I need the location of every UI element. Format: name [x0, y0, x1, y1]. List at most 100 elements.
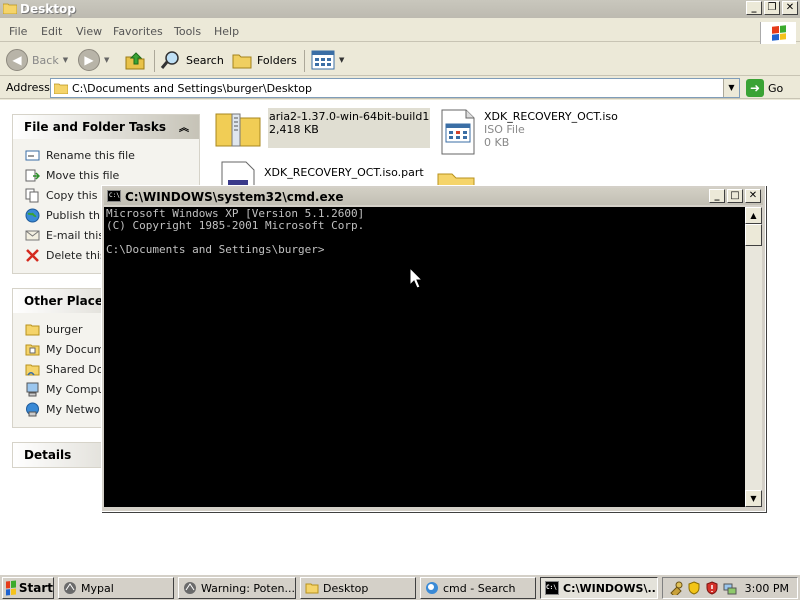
taskbar-item-cmd-search[interactable]: cmd - Search	[420, 577, 536, 599]
network-globe-icon	[26, 402, 39, 416]
address-label: Address	[6, 81, 50, 94]
clock: 3:00 PM	[744, 582, 789, 595]
file-item-aria2[interactable]: aria2-1.37.0-win-64bit-build1 2,418 KB	[214, 108, 431, 148]
search-window-icon	[426, 582, 438, 594]
forward-button[interactable]: ▶ ▼	[78, 48, 109, 72]
copy-icon	[25, 188, 39, 202]
folders-label: Folders	[257, 53, 297, 67]
console-line: (C) Copyright 1985-2001 Microsoft Corp.	[106, 219, 365, 232]
my-documents-icon	[25, 344, 40, 355]
cmd-scrollbar[interactable]: ▲ ▼	[745, 207, 762, 507]
maximize-button[interactable]: ❐	[764, 1, 780, 15]
go-button[interactable]: ➜ Go	[746, 79, 783, 97]
folders-button[interactable]: Folders	[231, 48, 297, 72]
menu-help[interactable]: Help	[214, 25, 239, 38]
task-move[interactable]: Move this file	[13, 165, 199, 185]
windows-logo-icon	[760, 22, 796, 44]
taskbar-item-warning[interactable]: Warning: Poten...	[178, 577, 296, 599]
cmd-close-button[interactable]: ✕	[745, 189, 761, 203]
file-size: 0 KB	[484, 136, 510, 149]
rename-icon	[25, 150, 40, 160]
back-button[interactable]: ◀ Back ▼	[6, 48, 68, 72]
file-name: aria2-1.37.0-win-64bit-build1	[269, 110, 430, 123]
file-type: ISO File	[484, 123, 525, 136]
go-label: Go	[768, 81, 784, 95]
windows-flag-icon	[6, 580, 16, 596]
scroll-down-button[interactable]: ▼	[745, 490, 762, 507]
go-arrow-icon: ➜	[746, 79, 764, 97]
console-prompt: C:\Documents and Settings\burger>	[106, 243, 325, 256]
address-bar: Address C:\Documents and Settings\burger…	[0, 77, 800, 99]
zip-folder-icon	[215, 113, 261, 147]
taskbar-item-desktop[interactable]: Desktop	[300, 577, 416, 599]
views-grid-icon	[311, 50, 335, 70]
file-item-xdk-iso[interactable]: XDK_RECOVERY_OCT.iso ISO File 0 KB	[438, 108, 618, 156]
minimize-button[interactable]: _	[746, 1, 762, 15]
system-tray: 3:00 PM	[662, 577, 798, 599]
file-meta: XDK_RECOVERY_OCT.iso ISO File 0 KB	[484, 108, 618, 156]
search-label: Search	[186, 53, 224, 67]
search-icon	[160, 51, 179, 69]
task-rename[interactable]: Rename this file	[13, 145, 199, 165]
address-value: C:\Documents and Settings\burger\Desktop	[72, 81, 312, 95]
address-dropdown-button[interactable]: ▼	[723, 79, 739, 97]
chevron-down-icon: ▼	[62, 56, 69, 64]
folder-icon	[54, 83, 68, 94]
shared-folder-icon	[25, 364, 40, 375]
file-item-folder-partial[interactable]	[436, 170, 476, 186]
forward-arrow-icon: ▶	[78, 49, 100, 71]
start-button[interactable]: Start	[2, 577, 54, 599]
cmd-maximize-button[interactable]: □	[727, 189, 743, 203]
scroll-thumb[interactable]	[745, 224, 762, 246]
file-size: 2,418 KB	[269, 123, 319, 136]
search-button[interactable]: Search	[160, 48, 224, 72]
address-input[interactable]: C:\Documents and Settings\burger\Desktop…	[50, 78, 740, 98]
window-title: Desktop	[20, 2, 76, 16]
menu-bar: File Edit View Favorites Tools Help	[0, 22, 800, 42]
computer-icon	[26, 382, 39, 396]
scroll-up-button[interactable]: ▲	[745, 207, 762, 224]
email-icon	[25, 230, 40, 240]
menu-view[interactable]: View	[76, 25, 102, 38]
chevron-down-icon: ▼	[339, 56, 345, 64]
cmd-app-icon: C:\	[545, 581, 559, 595]
tools-tray-icon[interactable]	[669, 581, 683, 595]
taskbar-item-cmd-active[interactable]: C:\ C:\WINDOWS\...	[540, 577, 658, 599]
shield-alert-icon[interactable]	[705, 581, 719, 595]
views-button[interactable]: ▼	[311, 48, 344, 72]
iso-file-icon	[441, 109, 475, 155]
up-folder-icon	[125, 52, 145, 70]
security-shield-icon[interactable]	[687, 581, 701, 595]
network-tray-icon[interactable]	[723, 581, 737, 595]
other-places-title: Other Places	[24, 294, 111, 308]
up-folder-button[interactable]	[124, 48, 146, 72]
cmd-console-output[interactable]: Microsoft Windows XP [Version 5.1.2600](…	[104, 207, 745, 507]
menu-tools[interactable]: Tools	[174, 25, 201, 38]
cmd-minimize-button[interactable]: _	[709, 189, 725, 203]
folder-icon	[25, 324, 40, 335]
taskbar-item-mypal[interactable]: Mypal	[58, 577, 174, 599]
cmd-title-bar[interactable]: C:\ C:\WINDOWS\system32\cmd.exe _ □ ✕	[104, 188, 763, 205]
mypal-icon	[184, 582, 196, 594]
folder-icon	[305, 583, 319, 594]
move-icon	[25, 169, 40, 181]
details-title: Details	[24, 448, 72, 462]
delete-x-icon	[26, 248, 39, 262]
collapse-icon[interactable]: ︽	[179, 119, 189, 134]
file-name: XDK_RECOVERY_OCT.iso.part	[264, 166, 424, 179]
cmd-window-title: C:\WINDOWS\system32\cmd.exe	[125, 190, 344, 204]
chevron-down-icon: ▼	[728, 83, 735, 92]
cmd-app-icon: C:\	[107, 190, 121, 202]
menu-favorites[interactable]: Favorites	[113, 25, 163, 38]
explorer-title-bar[interactable]: Desktop _ ❐ ✕	[0, 0, 800, 18]
menu-file[interactable]: File	[9, 25, 27, 38]
file-tasks-header[interactable]: File and Folder Tasks ︽	[13, 115, 199, 139]
file-tasks-title: File and Folder Tasks	[24, 120, 167, 134]
toolbar: ◀ Back ▼ ▶ ▼ Search Folders ▼	[0, 44, 800, 76]
mouse-pointer-icon	[409, 267, 423, 289]
file-name: XDK_RECOVERY_OCT.iso	[484, 110, 618, 123]
back-arrow-icon: ◀	[6, 49, 28, 71]
back-label: Back	[32, 53, 59, 67]
close-button[interactable]: ✕	[782, 1, 798, 15]
menu-edit[interactable]: Edit	[41, 25, 62, 38]
